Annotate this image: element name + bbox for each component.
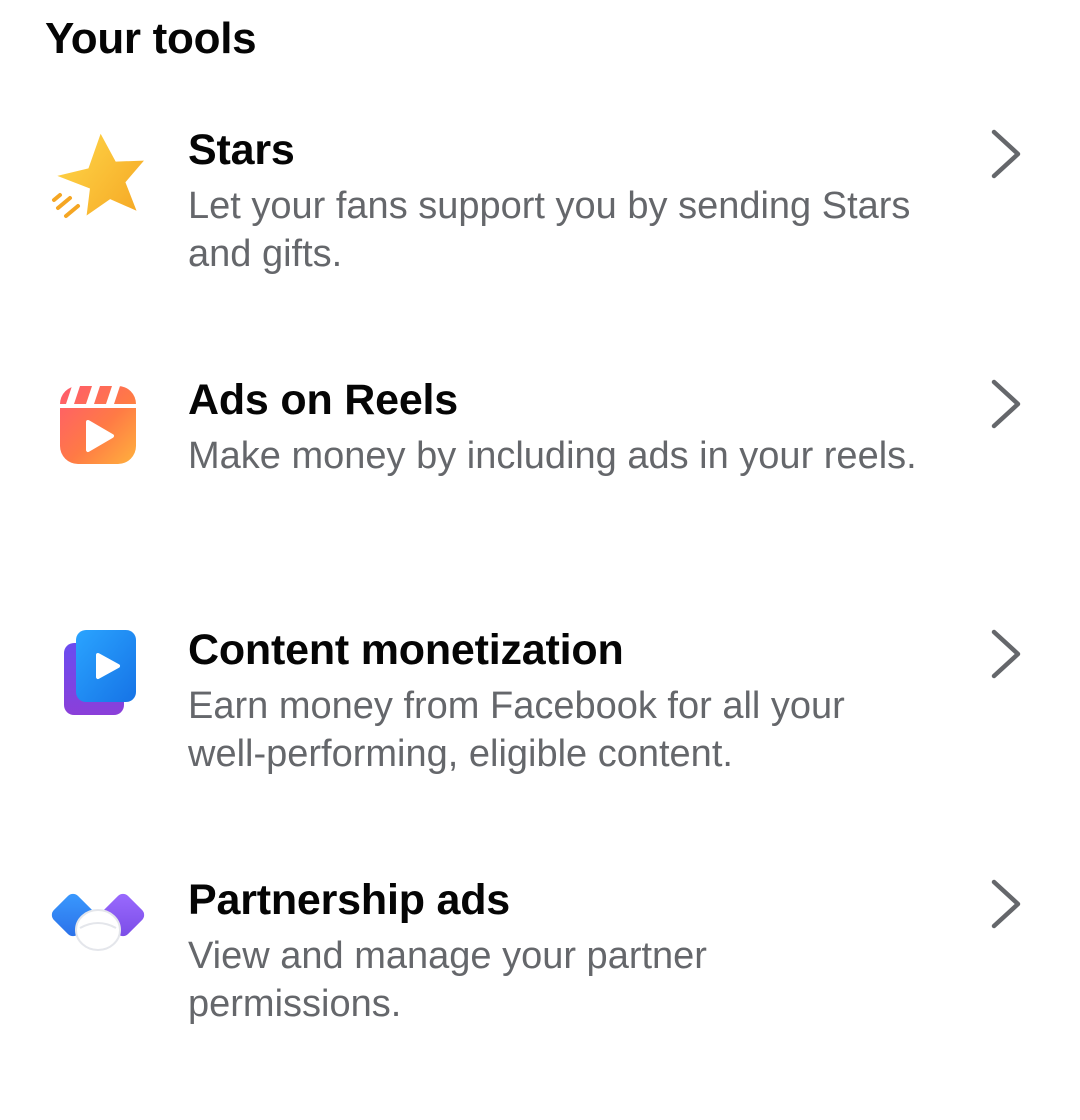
tool-text: Content monetization Earn money from Fac… (188, 622, 930, 778)
chevron-right-icon[interactable] (982, 874, 1030, 934)
tool-item-content-monetization[interactable]: Content monetization Earn money from Fac… (0, 600, 1080, 830)
tool-item-partnership-ads[interactable]: Partnership ads View and manage your par… (0, 850, 1080, 1080)
section-title: Your tools (45, 14, 257, 63)
reels-icon (48, 378, 148, 478)
tool-text: Stars Let your fans support you by sendi… (188, 122, 930, 278)
tool-text: Partnership ads View and manage your par… (188, 872, 930, 1028)
chevron-right-icon[interactable] (982, 624, 1030, 684)
tool-description: Make money by including ads in your reel… (188, 435, 917, 477)
tool-title: Partnership ads (188, 876, 510, 924)
tool-description: Let your fans support you by sending Sta… (188, 185, 911, 275)
tool-description: View and manage your partner permissions… (188, 935, 707, 1025)
tool-description: Earn money from Facebook for all your we… (188, 685, 845, 775)
handshake-icon (48, 870, 148, 970)
tool-item-stars[interactable]: Stars Let your fans support you by sendi… (0, 100, 1080, 330)
chevron-right-icon[interactable] (982, 374, 1030, 434)
tool-title: Content monetization (188, 626, 624, 674)
tool-title: Ads on Reels (188, 376, 459, 424)
video-play-icon (48, 625, 148, 725)
tool-text: Ads on Reels Make money by including ads… (188, 372, 930, 480)
star-icon (48, 128, 148, 228)
tool-title: Stars (188, 126, 295, 174)
chevron-right-icon[interactable] (982, 124, 1030, 184)
tool-item-ads-on-reels[interactable]: Ads on Reels Make money by including ads… (0, 350, 1080, 580)
